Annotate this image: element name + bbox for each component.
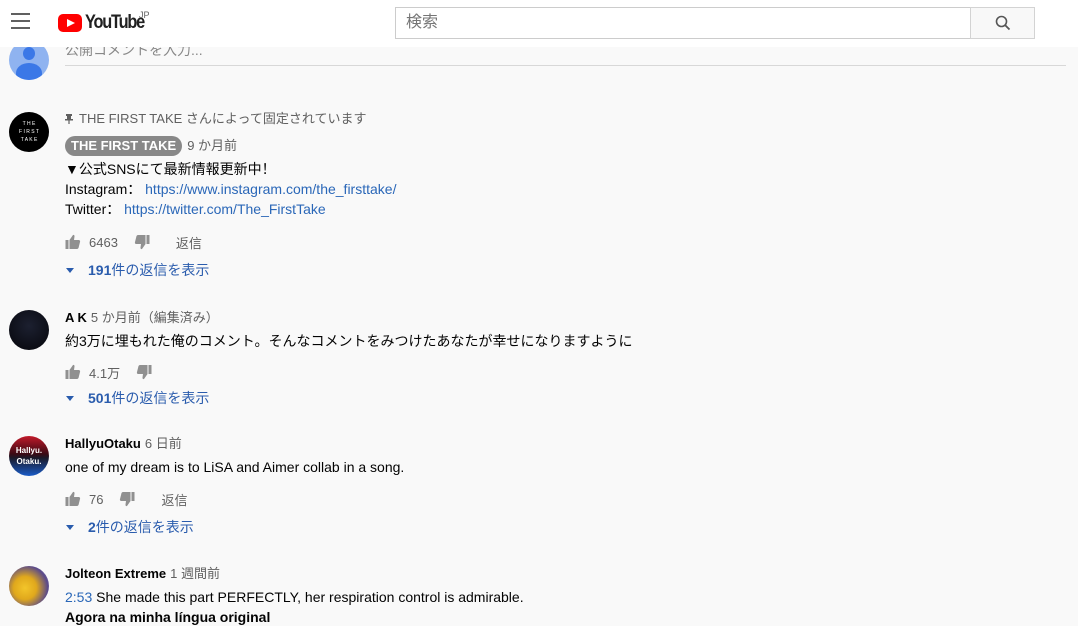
author-name[interactable]: A K [65, 309, 87, 327]
comment-line: Instagram： https://www.instagram.com/the… [65, 179, 1065, 199]
replies-count: 501 [88, 390, 112, 406]
comment-time[interactable]: 6 日前 [145, 435, 182, 453]
pinned-label: THE FIRST TAKE さんによって固定されています [65, 110, 1065, 128]
search-button[interactable] [970, 7, 1035, 39]
caret-down-icon [66, 395, 74, 401]
instagram-link[interactable]: https://www.instagram.com/the_firsttake/ [145, 181, 396, 197]
avatar[interactable]: T H E F I R S T T A K E [9, 112, 49, 152]
replies-count: 191 [88, 262, 112, 278]
dislike-icon[interactable] [119, 491, 135, 507]
comment-time[interactable]: 1 週間前 [170, 565, 220, 583]
comment-text: 約3万に埋もれた俺のコメント。そんなコメントをみつけたあなたが幸せになりますよう… [65, 333, 633, 349]
replies-count: 2 [88, 519, 96, 535]
translate-button[interactable]: Agora na minha língua original [65, 607, 1065, 626]
reply-button[interactable]: 返信 [161, 490, 187, 509]
avatar[interactable] [9, 310, 49, 350]
like-icon[interactable] [65, 491, 81, 507]
comment-text: Instagram： [65, 181, 146, 197]
reply-button[interactable]: 返信 [176, 233, 202, 252]
author-name[interactable]: Jolteon Extreme [65, 565, 166, 583]
comment-text: Twitter： [65, 201, 125, 217]
replies-label: 件の返信を表示 [111, 390, 210, 406]
comment-time[interactable]: 5 か月前（編集済み） [91, 309, 219, 327]
avatar-text: Hallyu. [15, 446, 43, 455]
view-replies-button[interactable]: 2 件の返信を表示 [65, 517, 1065, 537]
avatar-text: T A K E [20, 137, 38, 143]
comment-text: 2:53 She made this part PERFECTLY, her r… [65, 587, 1065, 607]
dislike-icon[interactable] [134, 234, 150, 250]
search-placeholder: 検索 [406, 14, 439, 31]
comment-text: ▼公式SNSにて最新情報更新中！ [65, 161, 276, 177]
comment-text: one of my dream is to LiSA and Aimer col… [65, 459, 405, 475]
like-count: 76 [89, 491, 104, 507]
avatar-text: T H E [22, 121, 36, 127]
caret-down-icon [66, 524, 74, 530]
top-header: YouTube JP 検索 [0, 0, 1078, 47]
youtube-play-icon [58, 14, 82, 32]
replies-label: 件の返信を表示 [111, 262, 210, 278]
pin-icon [65, 114, 73, 124]
pinned-text: THE FIRST TAKE さんによって固定されています [79, 111, 367, 126]
comment-line: Twitter： https://twitter.com/The_FirstTa… [65, 199, 1065, 219]
hamburger-menu-icon[interactable] [11, 13, 31, 29]
comment-line: ▼公式SNSにて最新情報更新中！ [65, 159, 1065, 179]
author-name[interactable]: THE FIRST TAKE [65, 136, 183, 156]
author-name[interactable]: HallyuOtaku [65, 435, 141, 453]
view-replies-button[interactable]: 191 件の返信を表示 [65, 260, 1065, 280]
like-icon[interactable] [65, 234, 81, 250]
dislike-icon[interactable] [136, 364, 152, 380]
like-icon[interactable] [65, 364, 81, 380]
like-count: 4.1万 [89, 365, 121, 381]
search-input[interactable]: 検索 [395, 7, 971, 39]
caret-down-icon [66, 267, 74, 273]
avatar[interactable] [9, 566, 49, 606]
view-replies-button[interactable]: 501 件の返信を表示 [65, 388, 1065, 408]
twitter-link[interactable]: https://twitter.com/The_FirstTake [124, 201, 326, 217]
search-icon [995, 15, 1010, 31]
like-count: 6463 [89, 234, 118, 250]
youtube-logo[interactable]: YouTube JP [58, 10, 154, 34]
avatar-text: F I R S T [19, 129, 39, 135]
avatar[interactable]: Hallyu. Otaku. [9, 436, 49, 476]
avatar-text: Otaku. [16, 457, 42, 466]
comment-body: She made this part PERFECTLY, her respir… [92, 589, 524, 605]
logo-text: YouTube [85, 12, 145, 33]
replies-label: 件の返信を表示 [95, 519, 194, 535]
timestamp-link[interactable]: 2:53 [65, 589, 92, 605]
logo-region: JP [139, 10, 150, 20]
comment-time[interactable]: 9 か月前 [187, 137, 237, 155]
